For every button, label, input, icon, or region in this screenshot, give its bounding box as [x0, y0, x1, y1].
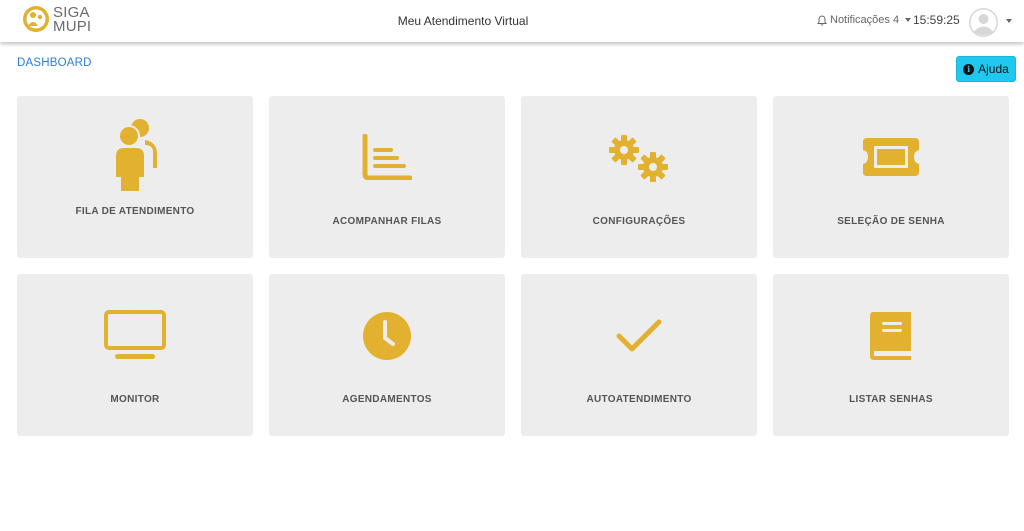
tile-selecao-de-senha[interactable]: SELEÇÃO DE SENHA	[773, 96, 1009, 258]
tile-listar-senhas[interactable]: LISTAR SENHAS	[773, 274, 1009, 436]
clock-icon	[363, 312, 411, 360]
clock-display: 15:59:25	[913, 13, 960, 27]
breadcrumb[interactable]: DASHBOARD	[17, 57, 92, 69]
tile-configuracoes[interactable]: CONFIGURAÇÕES	[521, 96, 757, 258]
info-icon: i	[963, 63, 975, 75]
bell-icon	[817, 14, 827, 26]
tile-fila-de-atendimento[interactable]: FILA DE ATENDIMENTO	[17, 96, 253, 258]
help-button[interactable]: i Ajuda	[956, 56, 1016, 82]
tile-acompanhar-filas[interactable]: ACOMPANHAR FILAS	[269, 96, 505, 258]
tile-label: ACOMPANHAR FILAS	[332, 216, 442, 227]
monitor-icon	[104, 310, 166, 359]
checkmark-icon	[616, 319, 662, 352]
gears-icon	[609, 135, 668, 182]
ticket-icon	[863, 138, 919, 176]
notifications-label: Notificações 4	[830, 14, 900, 26]
help-button-label: Ajuda	[978, 62, 1009, 76]
book-icon	[870, 312, 911, 360]
user-icon	[970, 9, 997, 36]
tile-label: LISTAR SENHAS	[849, 394, 933, 405]
chart-bars-icon	[362, 134, 412, 180]
tile-monitor[interactable]: MONITOR	[17, 274, 253, 436]
tile-agendamentos[interactable]: AGENDAMENTOS	[269, 274, 505, 436]
tile-autoatendimento[interactable]: AUTOATENDIMENTO	[521, 274, 757, 436]
tile-label: MONITOR	[110, 394, 160, 405]
top-navbar: SIGA MUPI Meu Atendimento Virtual Notifi…	[0, 0, 1024, 42]
tile-label: SELEÇÃO DE SENHA	[837, 216, 945, 227]
user-menu-chevron-icon[interactable]	[1006, 19, 1012, 23]
app-title: Meu Atendimento Virtual	[397, 14, 529, 28]
tile-label: AGENDAMENTOS	[342, 394, 432, 405]
tile-label: AUTOATENDIMENTO	[586, 394, 692, 405]
notifications-dropdown[interactable]: Notificações 4	[817, 14, 912, 26]
tile-label: FILA DE ATENDIMENTO	[75, 206, 195, 217]
user-avatar[interactable]	[969, 8, 998, 37]
tile-label: CONFIGURAÇÕES	[592, 216, 686, 227]
queue-people-icon	[114, 119, 157, 192]
chevron-down-icon	[905, 18, 912, 22]
